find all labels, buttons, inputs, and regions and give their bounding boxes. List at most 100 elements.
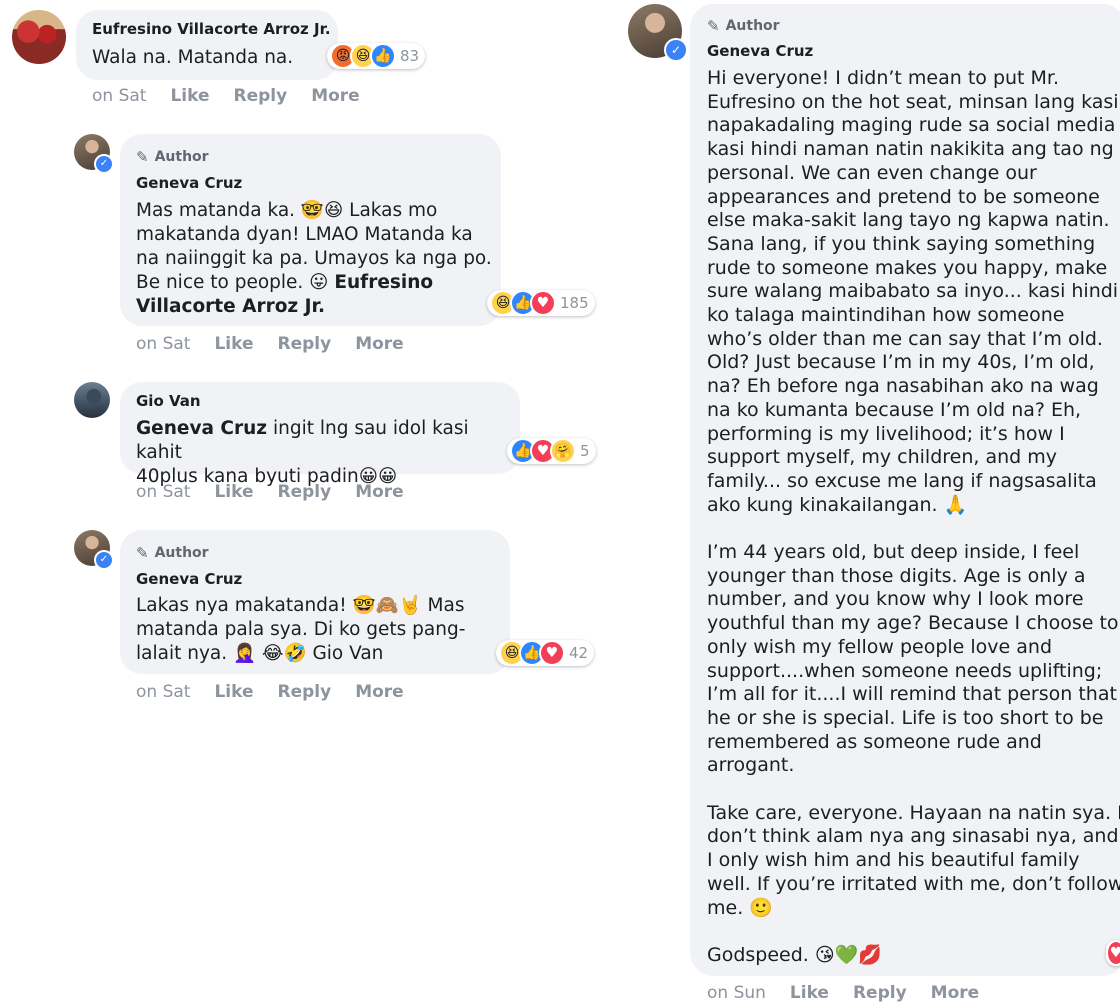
pencil-icon: ✎ (136, 544, 149, 562)
comment-text: Lakas nya makatanda! 🤓🙈🤘 Mas matanda pal… (136, 594, 506, 666)
comment-actions: on Sat Like Reply More (136, 334, 404, 354)
text-line: ko talaga maintindihan how someone (707, 304, 1065, 327)
comment-bubble: Gio Van Geneva Cruz ingit lng sau idol k… (120, 382, 520, 487)
author-badge: ✎ Author (136, 544, 209, 562)
more-button[interactable]: More (311, 86, 360, 106)
verified-badge-icon: ✓ (94, 154, 114, 174)
comment-bubble: ✎ Author Geneva Cruz Mas matanda ka. 🤓😆 … (120, 134, 501, 326)
comment-line: Mas matanda ka. 🤓😆 Lakas mo (136, 200, 438, 221)
text-line: younger than those digits. Age is only a (707, 564, 1086, 587)
text-line: na ko kumanta because I’m old na? Eh, (707, 398, 1082, 421)
text-line: appearances and pretend to be someone (707, 185, 1100, 208)
avatar[interactable] (12, 10, 66, 64)
text-line: well. If you’re irritated with me, don’t… (707, 872, 1120, 895)
commenter-name[interactable]: Geneva Cruz (707, 42, 813, 60)
text-line: sure walang maibabato sa inyo... kasi hi… (707, 280, 1119, 303)
more-button[interactable]: More (355, 334, 404, 354)
reactions-summary[interactable]: 😡 😆 👍 83 (327, 43, 426, 69)
text-line: youthful than my age? Because I choose t… (707, 612, 1119, 635)
text-line: remembered as someone rude and (707, 730, 1042, 753)
mention-link[interactable]: Eufresino (334, 272, 433, 293)
commenter-name[interactable]: Eufresino Villacorte Arroz Jr. (92, 20, 331, 38)
mention-link[interactable]: Villacorte Arroz Jr. (136, 295, 496, 319)
mention-link[interactable]: Geneva Cruz (136, 418, 267, 439)
text-line: support myself, my children, and my (707, 446, 1058, 469)
text-line: he or she is special. Life is too short … (707, 706, 1104, 729)
text-line: performing is my livelihood; it’s how I (707, 422, 1065, 445)
timestamp[interactable]: on Sat (136, 682, 190, 702)
paragraph-1: Hi everyone! I didn’t mean to put Mr. Eu… (707, 67, 1119, 517)
text-line: else maka-sakit lang tayo ng kapwa natin… (707, 209, 1110, 232)
author-badge: ✎ Author (136, 148, 209, 166)
text-line: ako kung kinakailangan. 🙏 (707, 493, 968, 516)
text-line: who’s older than me can say that I’m old… (707, 327, 1103, 350)
text-line: don’t think alam nya ang sinasabi nya, a… (707, 825, 1119, 848)
text-line: kasi hindi naman natin nakikita ang tao … (707, 138, 1114, 161)
reply-button[interactable]: Reply (234, 86, 288, 106)
more-button[interactable]: More (355, 482, 404, 502)
commenter-name[interactable]: Gio Van (136, 392, 201, 410)
text-line: Eufresino on the hot seat, minsan lang k… (707, 90, 1119, 113)
text-line: support....when someone needs uplifting; (707, 659, 1103, 682)
avatar[interactable] (74, 382, 110, 418)
pencil-icon: ✎ (707, 17, 720, 35)
text-line: napakadaling maging rude sa social media (707, 114, 1116, 137)
comment-actions: on Sun Like Reply More (707, 983, 979, 1003)
text-line: Old? Just because I’m in my 40s, I’m old… (707, 351, 1095, 374)
like-button[interactable]: Like (170, 86, 209, 106)
author-badge: ✎ Author (707, 17, 780, 35)
text-line: Hi everyone! I didn’t mean to put Mr. (707, 67, 1060, 89)
comment-line: matanda pala sya. Di ko gets pang- (136, 619, 466, 640)
text-line: na? Eh before nga nasabihan ako na wag (707, 375, 1099, 398)
reply-button[interactable]: Reply (278, 682, 332, 702)
reply-button[interactable]: Reply (278, 334, 332, 354)
text-line: family... so excuse me lang if nagsasali… (707, 469, 1097, 492)
verified-badge-icon: ✓ (94, 550, 114, 570)
like-button[interactable]: Like (790, 983, 829, 1003)
like-button[interactable]: Like (214, 482, 253, 502)
paragraph-2: I’m 44 years old, but deep inside, I fee… (707, 541, 1119, 778)
closing-line: Godspeed. 😘💚💋 (707, 943, 883, 966)
reaction-count: 83 (400, 47, 420, 65)
text-line: number, and you know why I look more (707, 588, 1084, 611)
like-button[interactable]: Like (214, 334, 253, 354)
reactions-summary[interactable]: ♥ (1106, 940, 1120, 966)
reactions-summary[interactable]: 😆 👍 ♥ 42 (496, 640, 595, 666)
comment-line: lalait nya. 🤦‍♀️ 😂🤣 Gio Van (136, 643, 384, 664)
comment-bubble: ✎ Author Geneva Cruz Lakas nya makatanda… (120, 530, 510, 674)
text-line: personal. We can even change our (707, 161, 1037, 184)
author-label: Author (154, 545, 209, 561)
reactions-summary[interactable]: 👍 ♥ 🤗 5 (507, 438, 596, 464)
comment-text: Wala na. Matanda na. (92, 47, 294, 68)
comment-text: Geneva Cruz ingit lng sau idol kasi kahi… (136, 417, 516, 489)
timestamp[interactable]: on Sat (136, 482, 190, 502)
pencil-icon: ✎ (136, 148, 149, 166)
love-reaction-icon: ♥ (1106, 940, 1120, 966)
verified-badge-icon: ✓ (664, 38, 688, 62)
more-button[interactable]: More (355, 682, 404, 702)
comment-line: Geneva Cruz ingit lng sau idol kasi kahi… (136, 418, 469, 463)
timestamp[interactable]: on Sun (707, 983, 766, 1003)
text-line: me. 🙂 (707, 896, 773, 919)
more-button[interactable]: More (931, 983, 980, 1003)
reply-button[interactable]: Reply (278, 482, 332, 502)
comment-bubble: Eufresino Villacorte Arroz Jr. Wala na. … (76, 10, 338, 80)
care-reaction-icon: 🤗 (550, 438, 576, 464)
like-button[interactable]: Like (214, 682, 253, 702)
text-line: only wish my fellow people love and (707, 635, 1053, 658)
text-line: Take care, everyone. Hayaan na natin sya… (707, 801, 1120, 824)
commenter-name[interactable]: Geneva Cruz (136, 174, 242, 192)
text-line: arrogant. (707, 754, 795, 777)
text-line: I’m 44 years old, but deep inside, I fee… (707, 541, 1080, 564)
comment-line: Lakas nya makatanda! 🤓🙈🤘 Mas (136, 595, 465, 616)
reactions-summary[interactable]: 😆 👍 ♥ 185 (487, 290, 595, 316)
timestamp[interactable]: on Sat (136, 334, 190, 354)
comment-text: Mas matanda ka. 🤓😆 Lakas mo makatanda dy… (136, 199, 496, 319)
love-reaction-icon: ♥ (539, 640, 565, 666)
timestamp[interactable]: on Sat (92, 86, 146, 106)
comment-text: Hi everyone! I didn’t mean to put Mr. Eu… (707, 67, 1120, 968)
comment-actions: on Sat Like Reply More (92, 86, 360, 106)
reply-button[interactable]: Reply (853, 983, 907, 1003)
text-line: rude to someone makes you happy, make (707, 256, 1108, 279)
commenter-name[interactable]: Geneva Cruz (136, 570, 242, 588)
